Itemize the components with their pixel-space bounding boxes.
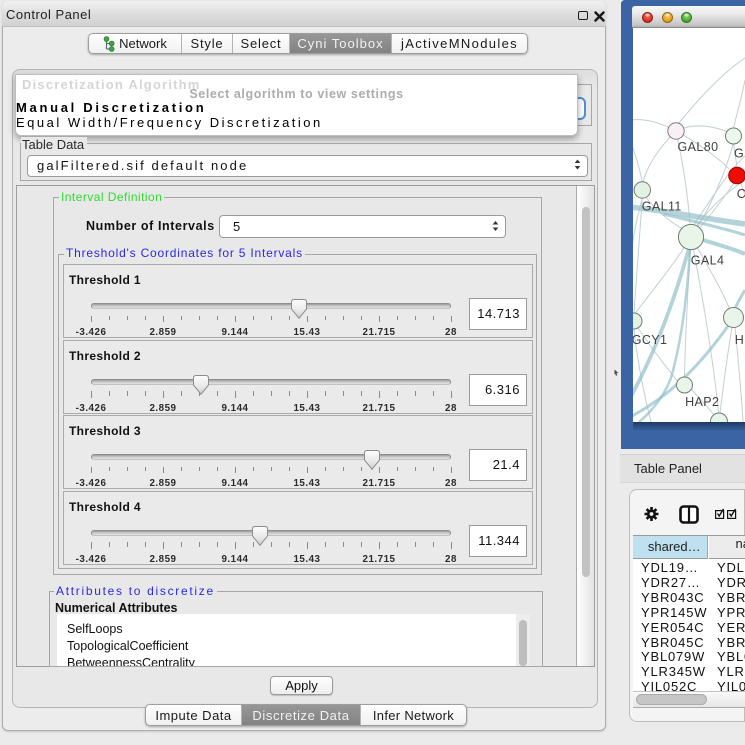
svg-text:GAL4: GAL4 (691, 254, 725, 268)
svg-text:G.: G. (734, 147, 745, 161)
svg-text:GCY1: GCY1 (633, 333, 667, 347)
svg-text:GAL11: GAL11 (642, 200, 682, 214)
svg-text:HAP2: HAP2 (685, 395, 719, 409)
svg-text:C: C (737, 187, 745, 201)
svg-text:H: H (735, 333, 744, 347)
svg-text:GAL80: GAL80 (678, 140, 719, 154)
